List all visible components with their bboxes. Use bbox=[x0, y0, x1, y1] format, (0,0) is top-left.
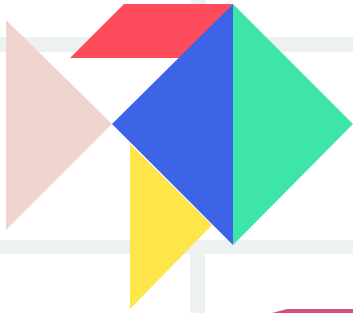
tangram-illustration bbox=[0, 0, 353, 313]
tangram-svg bbox=[0, 0, 353, 313]
magenta-corner-shape bbox=[272, 309, 353, 313]
grid-line-v-bottom bbox=[190, 250, 205, 313]
